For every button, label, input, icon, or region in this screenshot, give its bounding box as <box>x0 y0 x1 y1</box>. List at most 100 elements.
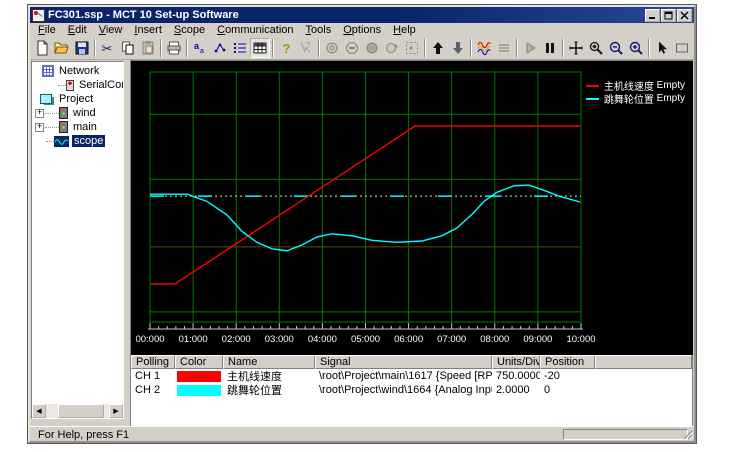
col-color[interactable]: Color <box>175 355 223 369</box>
svg-text:?: ? <box>306 41 311 50</box>
help-button[interactable]: ? <box>276 38 296 58</box>
zoom-cursor-icon <box>588 40 604 56</box>
context-help-button[interactable]: ? <box>296 38 316 58</box>
parameter-view-button[interactable]: aa <box>190 38 210 58</box>
app-icon <box>32 9 45 22</box>
cut-button[interactable]: ✂ <box>98 38 118 58</box>
selection-box-button[interactable] <box>672 38 692 58</box>
tree-item-wind[interactable]: wind <box>32 106 123 120</box>
new-file-button[interactable] <box>32 38 52 58</box>
tree-horizontal-scrollbar[interactable]: ◀ ▶ <box>32 404 123 418</box>
copy-button[interactable] <box>118 38 138 58</box>
play-button[interactable] <box>520 38 540 58</box>
toolbar-separator <box>424 39 426 57</box>
record-button[interactable] <box>362 38 382 58</box>
title-bar[interactable]: FC301.ssp - MCT 10 Set-up Software <box>30 7 694 23</box>
stop-button[interactable] <box>342 38 362 58</box>
col-polling[interactable]: Polling <box>131 355 175 369</box>
minimize-button[interactable] <box>645 9 660 22</box>
tree-item-network[interactable]: Network <box>32 64 123 78</box>
tree-item-serialcom[interactable]: SerialCom <box>32 78 123 92</box>
status-bar: For Help, press F1 <box>30 426 694 441</box>
tree-item-main[interactable]: main <box>32 120 123 134</box>
motor-coil-button[interactable] <box>322 38 342 58</box>
scroll-right-button[interactable]: ▶ <box>109 404 123 418</box>
x-tick-label: 10:000 <box>566 334 595 345</box>
serial-device-icon <box>66 80 74 91</box>
col-filler <box>595 355 692 369</box>
maximize-icon <box>664 11 673 20</box>
pointer-icon <box>654 40 670 56</box>
svg-text:✂: ✂ <box>102 41 113 56</box>
x-tick-label: 03:000 <box>265 334 294 345</box>
channel-lines-button[interactable] <box>494 38 514 58</box>
toolbar-separator <box>160 39 162 57</box>
col-position[interactable]: Position <box>540 355 595 369</box>
paste-button[interactable] <box>138 38 158 58</box>
channel-table-header: Polling Color Name Signal Units/Div Posi… <box>131 355 692 369</box>
menu-tools[interactable]: Tools <box>300 24 338 36</box>
status-panel <box>563 429 688 440</box>
col-unitsdiv[interactable]: Units/Div <box>492 355 540 369</box>
move-up-button[interactable] <box>428 38 448 58</box>
channel-lines-icon <box>496 40 512 56</box>
open-file-button[interactable] <box>52 38 72 58</box>
pointer-button[interactable] <box>652 38 672 58</box>
next-marker-button[interactable] <box>692 38 694 58</box>
x-tick-label: 07:000 <box>437 334 466 345</box>
menu-file[interactable]: File <box>32 24 62 36</box>
x-tick-label: 02:000 <box>222 334 251 345</box>
col-name[interactable]: Name <box>223 355 315 369</box>
move-up-icon <box>430 40 446 56</box>
crosshair-cursor-button[interactable] <box>566 38 586 58</box>
save-button[interactable] <box>72 38 92 58</box>
menu-view[interactable]: View <box>93 24 129 36</box>
resize-grip[interactable] <box>681 428 693 440</box>
expand-plus-icon[interactable] <box>35 109 44 118</box>
scope-panel: 00:00001:00002:00003:00004:00005:00006:0… <box>130 60 693 428</box>
menu-scope[interactable]: Scope <box>168 24 211 36</box>
menu-insert[interactable]: Insert <box>128 24 168 36</box>
zoom-in-icon <box>628 40 644 56</box>
channel-row-ch1[interactable]: CH 1 主机线速度 \root\Project\main\1617 {Spee… <box>131 369 692 383</box>
scope-chart[interactable]: 00:00001:00002:00003:00004:00005:00006:0… <box>131 61 693 355</box>
maximize-button[interactable] <box>661 9 676 22</box>
print-button[interactable] <box>164 38 184 58</box>
motor-coil-icon <box>324 40 340 56</box>
tree-connector <box>45 127 59 128</box>
col-signal[interactable]: Signal <box>315 355 492 369</box>
selection-box-icon <box>674 40 690 56</box>
new-file-icon <box>34 40 50 56</box>
toolbar-separator <box>516 39 518 57</box>
zoom-out-button[interactable] <box>606 38 626 58</box>
x-tick-label: 08:000 <box>480 334 509 345</box>
zoom-cursor-button[interactable] <box>586 38 606 58</box>
detail-list-view-icon <box>232 40 248 56</box>
menu-options[interactable]: Options <box>337 24 387 36</box>
svg-text:?: ? <box>283 41 291 56</box>
tree-item-scope[interactable]: scope <box>32 134 123 148</box>
move-down-button[interactable] <box>448 38 468 58</box>
connections-view-button[interactable] <box>210 38 230 58</box>
legend-dash-ch2 <box>586 98 599 100</box>
menu-communication[interactable]: Communication <box>211 24 299 36</box>
legend-item-ch2: 跳舞轮位置 Empty <box>586 92 685 105</box>
menu-edit[interactable]: Edit <box>62 24 93 36</box>
menu-help[interactable]: Help <box>387 24 422 36</box>
scroll-left-button[interactable]: ◀ <box>32 404 46 418</box>
pause-button[interactable] <box>540 38 560 58</box>
expand-plus-icon[interactable] <box>35 123 44 132</box>
channel-row-ch2[interactable]: CH 2 跳舞轮位置 \root\Project\wind\1664 {Anal… <box>131 383 692 397</box>
close-button[interactable] <box>677 9 692 22</box>
detail-list-view-button[interactable] <box>230 38 250 58</box>
zoom-in-button[interactable] <box>626 38 646 58</box>
legend-dash-ch1 <box>586 85 599 87</box>
project-tree-panel: Network SerialCom Project wind <box>31 61 124 419</box>
selection-marquee-button[interactable] <box>402 38 422 58</box>
scroll-thumb[interactable] <box>58 404 104 418</box>
run-arrow-button[interactable] <box>382 38 402 58</box>
scope-waves-button[interactable] <box>474 38 494 58</box>
grid-view-button[interactable] <box>250 38 270 58</box>
tree-item-project[interactable]: Project <box>32 92 123 106</box>
close-icon <box>680 11 689 20</box>
